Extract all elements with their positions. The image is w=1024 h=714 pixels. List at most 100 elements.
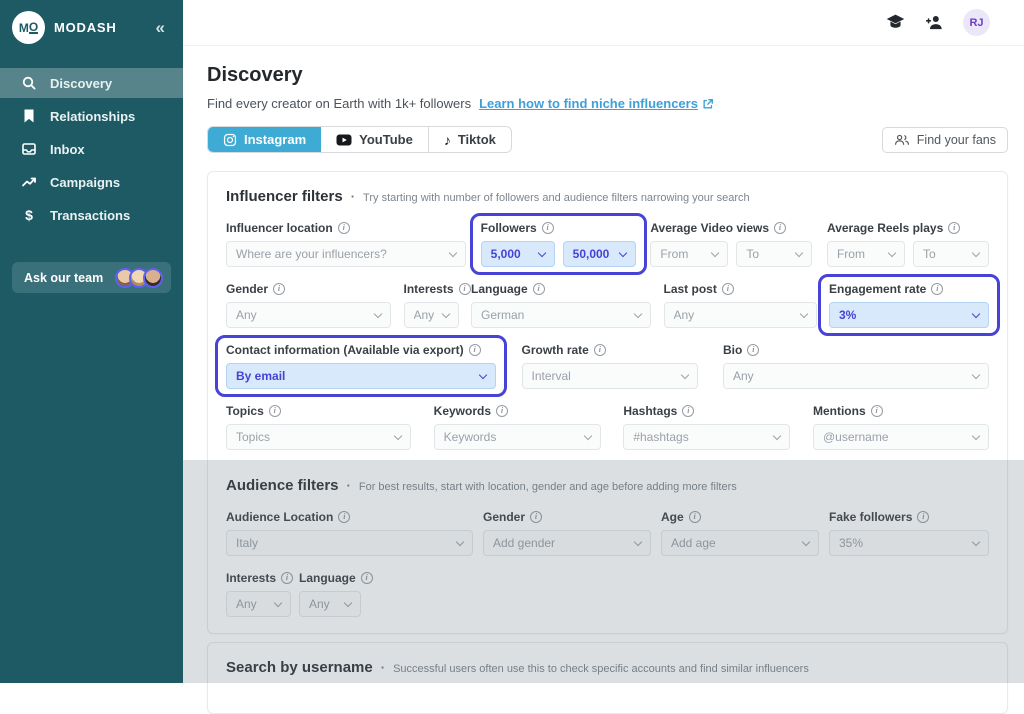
info-icon[interactable]: i xyxy=(338,222,350,234)
audience-location-select[interactable]: Italy xyxy=(226,530,473,556)
sidebar-item-label: Relationships xyxy=(50,109,135,124)
info-icon[interactable]: i xyxy=(594,344,606,356)
info-icon[interactable]: i xyxy=(542,222,554,234)
avg-reels-plays-from-select[interactable]: From xyxy=(827,241,905,267)
modash-logo-icon: MO xyxy=(12,11,45,44)
team-avatar xyxy=(143,268,163,288)
influencer-filters-description: Try starting with number of followers an… xyxy=(363,192,750,204)
brand-name: MODASH xyxy=(54,20,156,35)
page-title: Discovery xyxy=(207,64,1008,87)
add-person-icon[interactable] xyxy=(924,12,945,33)
hashtags-field: Hashtagsi #hashtags xyxy=(623,404,790,450)
academy-icon[interactable] xyxy=(885,12,906,33)
mentions-select[interactable]: @username xyxy=(813,424,989,450)
sidebar-menu: Discovery Relationships Inbox Campaigns … xyxy=(0,68,183,230)
growth-rate-field: Growth ratei Interval xyxy=(522,343,698,389)
chevron-down-icon xyxy=(972,537,980,545)
chevron-down-icon xyxy=(479,370,487,378)
info-icon[interactable]: i xyxy=(361,572,373,584)
info-icon[interactable]: i xyxy=(338,511,350,523)
tab-instagram[interactable]: Instagram xyxy=(208,127,321,152)
fake-followers-select[interactable]: 35% xyxy=(829,530,989,556)
ask-our-team-button[interactable]: Ask our team xyxy=(12,262,171,293)
topics-field: Topicsi Topics xyxy=(226,404,411,450)
audience-gender-select[interactable]: Add gender xyxy=(483,530,651,556)
sidebar: MO MODASH « Discovery Relationships Inbo… xyxy=(0,0,183,683)
tab-tiktok[interactable]: ♪ Tiktok xyxy=(429,127,511,152)
influencer-filters-title: Influencer filters xyxy=(226,188,343,205)
audience-interests-select[interactable]: Any xyxy=(226,591,291,617)
chevron-down-icon xyxy=(972,370,980,378)
sidebar-item-campaigns[interactable]: Campaigns xyxy=(0,167,183,197)
interests-select[interactable]: Any xyxy=(404,302,459,328)
language-select[interactable]: German xyxy=(471,302,651,328)
fans-icon xyxy=(894,133,910,146)
topbar: RJ xyxy=(183,0,1024,46)
info-icon[interactable]: i xyxy=(533,283,545,295)
info-icon[interactable]: i xyxy=(948,222,960,234)
chevron-down-icon xyxy=(795,248,803,256)
learn-link[interactable]: Learn how to find niche influencers xyxy=(479,96,714,111)
audience-age-select[interactable]: Add age xyxy=(661,530,819,556)
search-icon xyxy=(21,75,37,91)
gender-select[interactable]: Any xyxy=(226,302,391,328)
info-icon[interactable]: i xyxy=(281,572,293,584)
followers-to-select[interactable]: 50,000 xyxy=(563,241,636,267)
avg-video-views-from-select[interactable]: From xyxy=(650,241,728,267)
keywords-select[interactable]: Keywords xyxy=(434,424,601,450)
info-icon[interactable]: i xyxy=(747,344,759,356)
audience-language-select[interactable]: Any xyxy=(299,591,361,617)
sidebar-item-transactions[interactable]: $ Transactions xyxy=(0,200,183,230)
info-icon[interactable]: i xyxy=(273,283,285,295)
engagement-rate-select[interactable]: 3% xyxy=(829,302,989,328)
growth-rate-select[interactable]: Interval xyxy=(522,363,698,389)
chevron-down-icon xyxy=(344,598,352,606)
ask-team-label: Ask our team xyxy=(24,271,121,285)
sidebar-item-discovery[interactable]: Discovery xyxy=(0,68,183,98)
filters-card: Influencer filters · Try starting with n… xyxy=(207,171,1008,634)
info-icon[interactable]: i xyxy=(931,283,943,295)
influencer-location-select[interactable]: Where are your influencers? xyxy=(226,241,466,267)
user-avatar[interactable]: RJ xyxy=(963,9,990,36)
find-your-fans-button[interactable]: Find your fans xyxy=(882,127,1008,153)
info-icon[interactable]: i xyxy=(871,405,883,417)
sidebar-item-label: Discovery xyxy=(50,76,112,91)
info-icon[interactable]: i xyxy=(689,511,701,523)
info-icon[interactable]: i xyxy=(269,405,281,417)
chevron-down-icon xyxy=(972,248,980,256)
chevron-down-icon xyxy=(799,309,807,317)
sidebar-collapse-button[interactable]: « xyxy=(156,18,171,38)
search-by-username-description: Successful users often use this to check… xyxy=(393,663,809,675)
chevron-down-icon xyxy=(441,309,449,317)
sidebar-item-inbox[interactable]: Inbox xyxy=(0,134,183,164)
info-icon[interactable]: i xyxy=(682,405,694,417)
bio-field: Bioi Any xyxy=(723,343,989,389)
bio-select[interactable]: Any xyxy=(723,363,989,389)
info-icon[interactable]: i xyxy=(496,405,508,417)
inbox-icon xyxy=(21,141,37,157)
language-field: Languagei German xyxy=(471,282,651,328)
info-icon[interactable]: i xyxy=(722,283,734,295)
hashtags-select[interactable]: #hashtags xyxy=(623,424,790,450)
audience-location-field: Audience Locationi Italy xyxy=(226,510,473,556)
audience-filters-title: Audience filters xyxy=(226,477,339,494)
info-icon[interactable]: i xyxy=(459,283,471,295)
info-icon[interactable]: i xyxy=(917,511,929,523)
topics-select[interactable]: Topics xyxy=(226,424,411,450)
info-icon[interactable]: i xyxy=(469,344,481,356)
avg-video-views-to-select[interactable]: To xyxy=(736,241,812,267)
avg-reels-plays-to-select[interactable]: To xyxy=(913,241,989,267)
followers-field: Followersi 5,000 50,000 xyxy=(481,221,636,267)
followers-from-select[interactable]: 5,000 xyxy=(481,241,555,267)
fake-followers-field: Fake followersi 35% xyxy=(829,510,989,556)
info-icon[interactable]: i xyxy=(774,222,786,234)
bookmark-icon xyxy=(21,108,37,124)
chevron-down-icon xyxy=(634,309,642,317)
sidebar-item-relationships[interactable]: Relationships xyxy=(0,101,183,131)
last-post-select[interactable]: Any xyxy=(664,302,817,328)
avg-reels-plays-field: Average Reels playsi From To xyxy=(827,221,989,267)
contact-information-select[interactable]: By email xyxy=(226,363,496,389)
chevron-down-icon xyxy=(618,248,626,256)
tab-youtube[interactable]: YouTube xyxy=(321,127,429,152)
info-icon[interactable]: i xyxy=(530,511,542,523)
